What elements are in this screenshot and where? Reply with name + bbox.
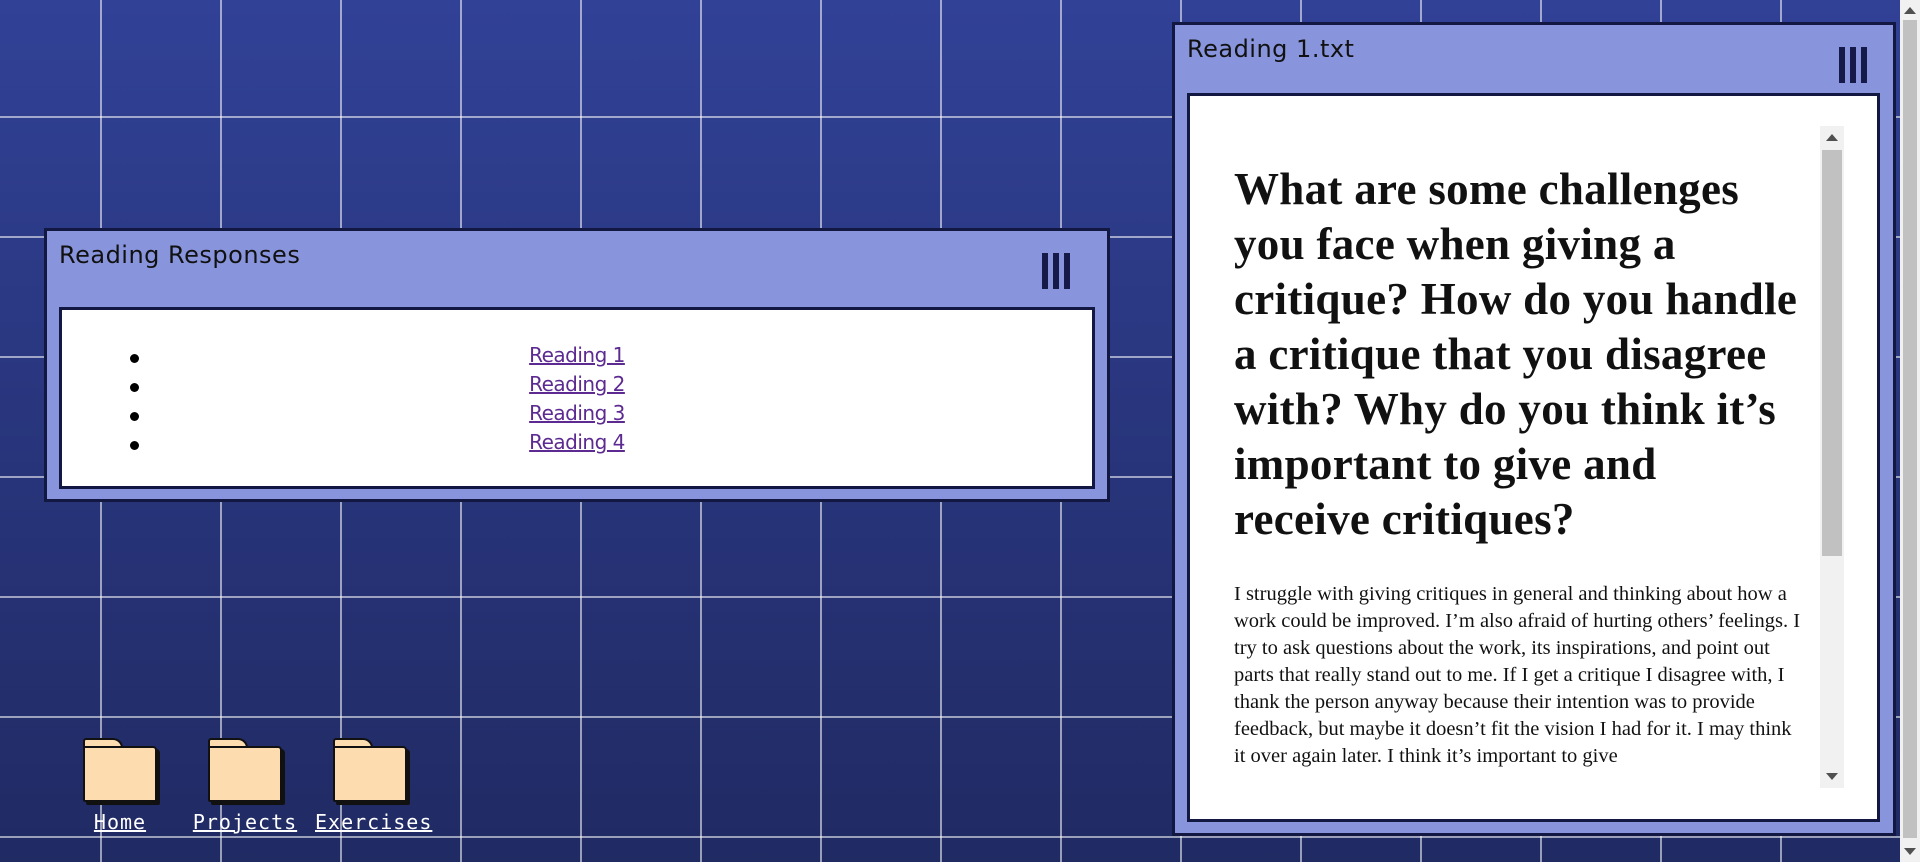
scroll-down-icon[interactable] — [1904, 848, 1916, 855]
article-body: I struggle with giving critiques in gene… — [1234, 583, 1801, 767]
desktop-icon-label[interactable]: Exercises — [315, 810, 431, 834]
desktop-icon-home[interactable]: Home — [65, 738, 175, 834]
window-title: Reading Responses — [59, 241, 301, 269]
window-content: Reading 1 Reading 2 Reading 3 Reading 4 — [59, 307, 1095, 489]
scroll-up-icon[interactable] — [1826, 134, 1838, 141]
reading-link-4[interactable]: Reading 4 — [62, 430, 1092, 454]
folder-icon[interactable] — [208, 738, 282, 802]
reading-list: Reading 1 Reading 2 Reading 3 Reading 4 — [62, 310, 1092, 459]
menu-icon[interactable] — [1042, 253, 1070, 289]
article-heading: What are some challenges you face when g… — [1234, 164, 1798, 544]
scrollbar-thumb[interactable] — [1822, 150, 1842, 556]
folder-icon[interactable] — [83, 738, 157, 802]
desktop-icon-label[interactable]: Home — [65, 810, 175, 834]
reading-window[interactable]: Reading 1.txt What are some challenges y… — [1172, 22, 1896, 836]
list-item: Reading 4 — [62, 430, 1092, 459]
article: What are some challenges you face when g… — [1234, 162, 1804, 770]
folder-icon[interactable] — [333, 738, 407, 802]
content-scrollbar[interactable] — [1820, 126, 1844, 788]
list-item: Reading 2 — [62, 372, 1092, 401]
menu-icon[interactable] — [1839, 47, 1867, 83]
desktop-icon-label[interactable]: Projects — [190, 810, 300, 834]
reading-responses-window[interactable]: Reading Responses Reading 1 Reading 2 Re… — [44, 228, 1110, 502]
page-scrollbar[interactable] — [1900, 0, 1920, 862]
reading-link-3[interactable]: Reading 3 — [62, 401, 1092, 425]
list-item: Reading 3 — [62, 401, 1092, 430]
list-item: Reading 1 — [62, 343, 1092, 372]
desktop-icon-projects[interactable]: Projects — [190, 738, 300, 834]
window-content: What are some challenges you face when g… — [1187, 93, 1880, 822]
desktop-icon-exercises[interactable]: Exercises — [315, 738, 431, 834]
reading-link-1[interactable]: Reading 1 — [62, 343, 1092, 367]
reading-link-2[interactable]: Reading 2 — [62, 372, 1092, 396]
scroll-down-icon[interactable] — [1826, 773, 1838, 780]
scrollbar-thumb[interactable] — [1903, 20, 1917, 838]
scroll-up-icon[interactable] — [1904, 7, 1916, 14]
window-title: Reading 1.txt — [1187, 35, 1355, 63]
